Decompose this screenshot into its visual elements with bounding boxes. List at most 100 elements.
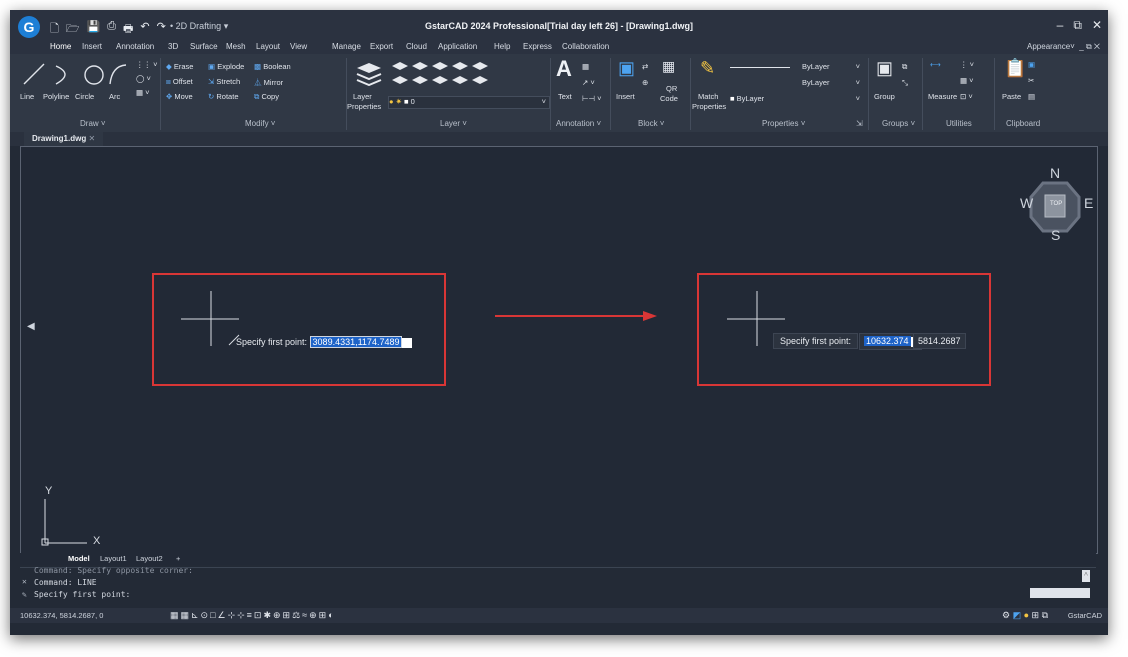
- rotate-button[interactable]: ↻ Rotate: [208, 92, 239, 101]
- draw-more-icons-3[interactable]: ▦ ˅: [136, 88, 150, 97]
- modify-group-title[interactable]: Modify ˅: [245, 119, 275, 128]
- tab-view[interactable]: View: [290, 42, 307, 51]
- tab-annotation[interactable]: Annotation: [116, 42, 154, 51]
- ungroup-icon[interactable]: ⧉: [902, 62, 907, 72]
- tab-insert[interactable]: Insert: [82, 42, 102, 51]
- layer-properties-button[interactable]: Layer: [353, 92, 372, 101]
- cut-icon[interactable]: ✂: [1028, 76, 1034, 85]
- compass-west-label[interactable]: W: [1020, 195, 1033, 211]
- annotation-group-title[interactable]: Annotation ˅: [556, 119, 601, 128]
- table-icon[interactable]: ▦: [582, 62, 589, 71]
- close-icon[interactable]: ✕: [1092, 18, 1102, 33]
- block-edit-icon[interactable]: ⇄: [642, 62, 648, 71]
- group-button[interactable]: Group: [874, 92, 895, 101]
- match-properties-button[interactable]: Match: [698, 92, 718, 101]
- text-button[interactable]: Text: [558, 92, 572, 101]
- close-tab-icon[interactable]: ✕: [88, 134, 95, 143]
- polyline-button[interactable]: Polyline: [43, 92, 69, 101]
- tab-home[interactable]: Home: [50, 42, 71, 51]
- stretch-button[interactable]: ⇲ Stretch: [208, 77, 240, 86]
- groups-group-title[interactable]: Groups ˅: [882, 119, 915, 128]
- tab-export[interactable]: Export: [370, 42, 393, 51]
- layer-tools-icons[interactable]: [390, 60, 490, 92]
- y-coordinate-input[interactable]: 5814.2687: [918, 336, 961, 346]
- draw-more-icons[interactable]: ⋮⋮ ˅: [136, 60, 157, 69]
- calculator-icon[interactable]: ▦ ˅: [960, 76, 974, 85]
- coordinate-readout[interactable]: 10632.374, 5814.2687, 0: [20, 611, 103, 620]
- minimize-icon[interactable]: –: [1057, 18, 1064, 33]
- block-define-icon[interactable]: ⊕: [642, 78, 648, 87]
- utilities-group-title[interactable]: Utilities: [946, 119, 972, 128]
- draw-more-icons-2[interactable]: ◯ ˅: [136, 74, 151, 83]
- copy-with-base-icon[interactable]: ▤: [1028, 92, 1035, 101]
- properties-dialog-launcher-icon[interactable]: ⇲: [856, 119, 863, 128]
- command-prompt-line[interactable]: Specify first point:: [34, 590, 130, 599]
- measure-button[interactable]: Measure: [928, 92, 957, 101]
- scroll-up-icon[interactable]: ˄: [1082, 570, 1090, 582]
- collapse-panel-icon[interactable]: ◀: [27, 321, 35, 332]
- tab-cloud[interactable]: Cloud: [406, 42, 427, 51]
- dimension-icon[interactable]: ⊢⊣ ˅: [582, 94, 602, 103]
- clipboard-group-title[interactable]: Clipboard: [1006, 119, 1040, 128]
- quick-select-icon[interactable]: ⊡ ˅: [960, 92, 973, 101]
- leader-icon[interactable]: ↗ ˅: [582, 78, 595, 87]
- tab-collaboration[interactable]: Collaboration: [562, 42, 609, 51]
- qr-code-button[interactable]: QR: [666, 84, 677, 93]
- insert-block-icon: ▣: [618, 58, 636, 78]
- circle-button[interactable]: Circle: [75, 92, 94, 101]
- erase-button[interactable]: ◆ Erase: [166, 62, 193, 71]
- document-tab[interactable]: Drawing1.dwg ✕: [24, 132, 104, 146]
- copy-button[interactable]: ⧉ Copy: [254, 92, 279, 102]
- tab-application[interactable]: Application: [438, 42, 477, 51]
- compass-north-label[interactable]: N: [1050, 165, 1060, 181]
- mirror-button[interactable]: ⏅ Mirror: [254, 77, 283, 88]
- command-settings-icon[interactable]: ✎: [22, 590, 27, 599]
- layout2-tab[interactable]: Layout2: [136, 554, 163, 563]
- block-group-title[interactable]: Block ˅: [638, 119, 664, 128]
- line-button[interactable]: Line: [20, 92, 34, 101]
- layer-group-title[interactable]: Layer ˅: [440, 119, 467, 128]
- tab-express[interactable]: Express: [523, 42, 552, 51]
- tab-mesh[interactable]: Mesh: [226, 42, 246, 51]
- group-edit-icon[interactable]: ⤡: [902, 78, 908, 88]
- explode-button[interactable]: ▣ Explode: [208, 62, 244, 71]
- layer-dropdown[interactable]: ● ✷ ■ 0 ˅: [388, 96, 550, 109]
- compass-south-label[interactable]: S: [1051, 227, 1060, 243]
- boolean-button[interactable]: ▩ Boolean: [254, 62, 291, 71]
- tab-help[interactable]: Help: [494, 42, 510, 51]
- offset-label: Offset: [172, 77, 193, 86]
- insert-button[interactable]: Insert: [616, 92, 635, 101]
- linetype-dropdown[interactable]: ByLayer ˅: [730, 78, 860, 88]
- appearance-menu[interactable]: Appearance˅ _ ⧉ ✕: [1027, 42, 1100, 52]
- add-layout-button[interactable]: +: [176, 554, 180, 563]
- tab-manage[interactable]: Manage: [332, 42, 361, 51]
- copy-clip-icon[interactable]: ▣: [1028, 60, 1035, 69]
- model-tab[interactable]: Model: [68, 554, 90, 563]
- arc-icon: [109, 64, 127, 85]
- tab-layout[interactable]: Layout: [256, 42, 280, 51]
- lineweight-dropdown[interactable]: ByLayer ˅: [730, 62, 860, 72]
- status-right-icons[interactable]: ⚙ ◩ ● ⊞ ⧉: [1002, 610, 1048, 621]
- paste-button[interactable]: Paste: [1002, 92, 1021, 101]
- move-button[interactable]: ✥ Move: [166, 92, 193, 101]
- color-dropdown[interactable]: ■ ByLayer ˅: [730, 94, 860, 104]
- id-point-icon[interactable]: ⋮ ˅: [960, 60, 974, 69]
- properties-group-title[interactable]: Properties ˅: [762, 119, 805, 128]
- x-coordinate-input[interactable]: 10632.374: [864, 336, 911, 346]
- arc-button[interactable]: Arc: [109, 92, 120, 101]
- restore-icon[interactable]: ⧉: [1073, 18, 1082, 33]
- command-history-line-2: Command: LINE: [34, 578, 97, 587]
- tab-surface[interactable]: Surface: [190, 42, 218, 51]
- tab-3d[interactable]: 3D: [168, 42, 178, 51]
- y-coordinate-box[interactable]: 5814.2687: [913, 333, 966, 349]
- offset-button[interactable]: ⧈ Offset: [166, 77, 193, 87]
- coordinate-input-field[interactable]: 3089.4331,1174.7489: [309, 336, 403, 348]
- horizontal-scrollbar[interactable]: [1030, 588, 1090, 598]
- compass-east-label[interactable]: E: [1084, 195, 1093, 211]
- drawing-canvas[interactable]: ◀ N S E W TOP Specify first point: 3089.…: [20, 146, 1098, 554]
- close-command-icon[interactable]: ✕: [22, 577, 27, 586]
- viewcube-top-label[interactable]: TOP: [1050, 201, 1062, 207]
- drafting-toggle-icons[interactable]: ▦▦⊾⊙□∠⊹⊹≡⊡✱⊕⊞⚖≈⊕⊞◐: [170, 610, 336, 621]
- draw-group-title[interactable]: Draw ˅: [80, 119, 106, 128]
- layout1-tab[interactable]: Layout1: [100, 554, 127, 563]
